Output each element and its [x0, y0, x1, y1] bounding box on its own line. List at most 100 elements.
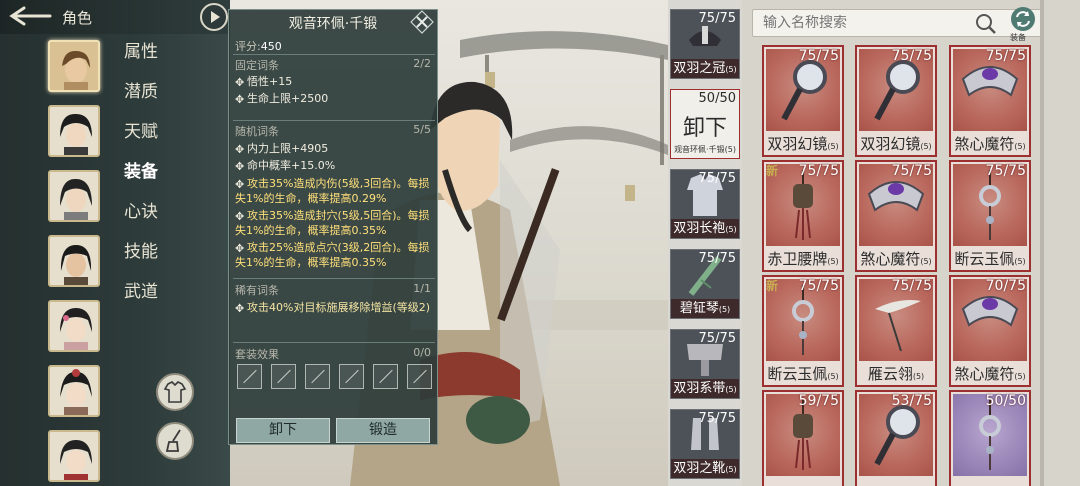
slot-robe[interactable]: 75/75 双羽长袍(5): [670, 169, 740, 239]
item-name: 断云玉佩(5): [767, 365, 839, 383]
forge-button[interactable]: 锻造: [336, 418, 430, 443]
avatar[interactable]: [48, 40, 100, 92]
durability-count: 70/75: [985, 278, 1026, 294]
tab-attributes[interactable]: 属性: [124, 42, 158, 82]
fixed-affix: ✥ 悟性+15: [235, 75, 293, 89]
set-slot-empty: [237, 364, 262, 389]
search-input[interactable]: [752, 9, 1044, 37]
slot-accessory-equipped[interactable]: 50/50 卸下 观音环佩·千锻(5): [670, 89, 740, 159]
new-badge: 新: [766, 279, 779, 293]
inventory-item-card[interactable]: 新 75/75 断云玉佩(5): [762, 275, 844, 387]
set-slot-empty: [305, 364, 330, 389]
durability-count: 75/75: [985, 163, 1026, 179]
inventory-item-card[interactable]: 75/75 双羽幻镜(5): [855, 45, 937, 157]
avatar[interactable]: [48, 300, 100, 352]
avatar[interactable]: [48, 170, 100, 222]
tab-talent[interactable]: 天赋: [124, 122, 158, 162]
back-arrow-icon[interactable]: [6, 4, 54, 28]
slot-head[interactable]: 75/75 双羽之冠(5): [670, 9, 740, 79]
close-icon[interactable]: [409, 9, 435, 35]
broom-icon: [165, 429, 181, 452]
rare-affix: ✥ 攻击40%对目标施展移除增益(等级2): [235, 301, 431, 315]
affix-bullet-icon: ✥: [235, 210, 245, 223]
equipment-slots: 75/75 双羽之冠(5) 50/50 卸下 观音环佩·千锻(5) 75/75 …: [668, 0, 742, 486]
item-name: 煞心魔符(5): [954, 365, 1026, 383]
affix-bullet-icon: ✥: [235, 93, 245, 106]
durability-count: 75/75: [891, 48, 932, 64]
play-icon: [211, 11, 220, 23]
fixed-affix-header: 固定词条 2/2: [235, 57, 431, 72]
avatar[interactable]: [48, 430, 100, 482]
item-detail-popup: 观音环佩·千锻 评分:450 固定词条 2/2 ✥ 悟性+15 ✥ 生命上限+2500…: [228, 9, 438, 445]
tab-potential[interactable]: 潜质: [124, 82, 158, 122]
set-slot-empty: [339, 364, 364, 389]
divider: [233, 54, 435, 55]
outfit-button[interactable]: [156, 373, 194, 411]
character-sidebar: 角色 属性 潜质 天赋 装备 心诀 技能 武道: [0, 0, 230, 486]
cleanup-button[interactable]: [156, 422, 194, 460]
item-name: 煞心魔符(5): [860, 250, 932, 268]
durability-count: 75/75: [985, 48, 1026, 64]
random-affix: ✥ 内力上限+4905: [235, 142, 329, 156]
avatar[interactable]: [48, 235, 100, 287]
random-affix: ✥ 命中概率+15.0%: [235, 159, 336, 173]
tab-mind-art[interactable]: 心诀: [124, 202, 158, 242]
equip-toggle-button[interactable]: 装备: [1008, 6, 1038, 42]
durability-count: 75/75: [891, 163, 932, 179]
inventory-item-card[interactable]: 75/75 断云玉佩(5): [949, 160, 1031, 272]
search-icon[interactable]: [974, 12, 998, 36]
item-name: 赤卫腰牌(5): [767, 250, 839, 268]
inventory-item-card[interactable]: 53/75: [855, 390, 937, 486]
inventory-item-card[interactable]: 70/75 煞心魔符(5): [949, 275, 1031, 387]
avatar[interactable]: [48, 365, 100, 417]
slot-weapon[interactable]: 75/75 碧钲琴(5): [670, 249, 740, 319]
character-tab-menu: 属性 潜质 天赋 装备 心诀 技能 武道: [124, 42, 158, 322]
preview-play-button[interactable]: [200, 3, 228, 31]
tab-martial-way[interactable]: 武道: [124, 282, 158, 322]
inventory-panel: 装备 75/75 双羽幻镜(5) 75/75 双羽幻镜(5) 75/75 煞心魔符(5) 新…: [742, 0, 1080, 486]
top-bar: 角色: [0, 0, 230, 34]
random-affix: ✥ 攻击25%造成点穴(3级,2回合)。每损失1%的生命，概率提高0.35%: [235, 241, 430, 269]
rare-affix-header: 稀有词条 1/1: [235, 282, 431, 297]
refresh-icon: [1011, 7, 1035, 31]
random-affix-header: 随机词条 5/5: [235, 123, 431, 138]
robe-icon: [163, 381, 187, 403]
durability-count: 75/75: [891, 278, 932, 294]
durability-count: 53/75: [891, 393, 932, 409]
item-score: 评分:450: [235, 40, 282, 53]
durability-count: 75/75: [798, 48, 839, 64]
set-slot-empty: [373, 364, 398, 389]
inventory-item-card[interactable]: 新 75/75 赤卫腰牌(5): [762, 160, 844, 272]
inventory-item-card[interactable]: 75/75 雁云翎(5): [855, 275, 937, 387]
durability-count: 75/75: [798, 278, 839, 294]
fixed-affix: ✥ 生命上限+2500: [235, 92, 329, 106]
affix-bullet-icon: ✥: [235, 242, 245, 255]
unequip-button[interactable]: 卸下: [236, 418, 330, 443]
avatar[interactable]: [48, 105, 100, 157]
durability-count: 50/50: [985, 393, 1026, 409]
item-title: 观音环佩·千锻: [288, 16, 378, 32]
item-name: 雁云翎(5): [867, 365, 925, 383]
affix-bullet-icon: ✥: [235, 302, 245, 315]
inventory-item-card[interactable]: 59/75: [762, 390, 844, 486]
set-effect-header: 套装效果 0/0: [235, 346, 431, 361]
inventory-item-card[interactable]: 75/75 煞心魔符(5): [949, 45, 1031, 157]
inventory-item-card[interactable]: 75/75 煞心魔符(5): [855, 160, 937, 272]
slot-belt[interactable]: 75/75 双羽系带(5): [670, 329, 740, 399]
inventory-scrollbar[interactable]: [1040, 0, 1044, 486]
divider: [233, 120, 435, 121]
random-affix: ✥ 攻击35%造成封穴(5级,5回合)。每损失1%的生命，概率提高0.35%: [235, 209, 430, 237]
divider: [233, 278, 435, 279]
slot-boots[interactable]: 75/75 双羽之靴(5): [670, 409, 740, 479]
tab-equipment[interactable]: 装备: [124, 162, 158, 202]
tab-skills[interactable]: 技能: [124, 242, 158, 282]
item-name: 煞心魔符(5): [954, 135, 1026, 153]
inventory-item-card[interactable]: 50/50: [949, 390, 1031, 486]
inventory-item-card[interactable]: 75/75 双羽幻镜(5): [762, 45, 844, 157]
durability-count: 59/75: [798, 393, 839, 409]
page-title: 角色: [62, 9, 93, 27]
set-slot-empty: [271, 364, 296, 389]
affix-bullet-icon: ✥: [235, 178, 245, 191]
set-slots: [237, 364, 432, 389]
affix-bullet-icon: ✥: [235, 143, 245, 156]
